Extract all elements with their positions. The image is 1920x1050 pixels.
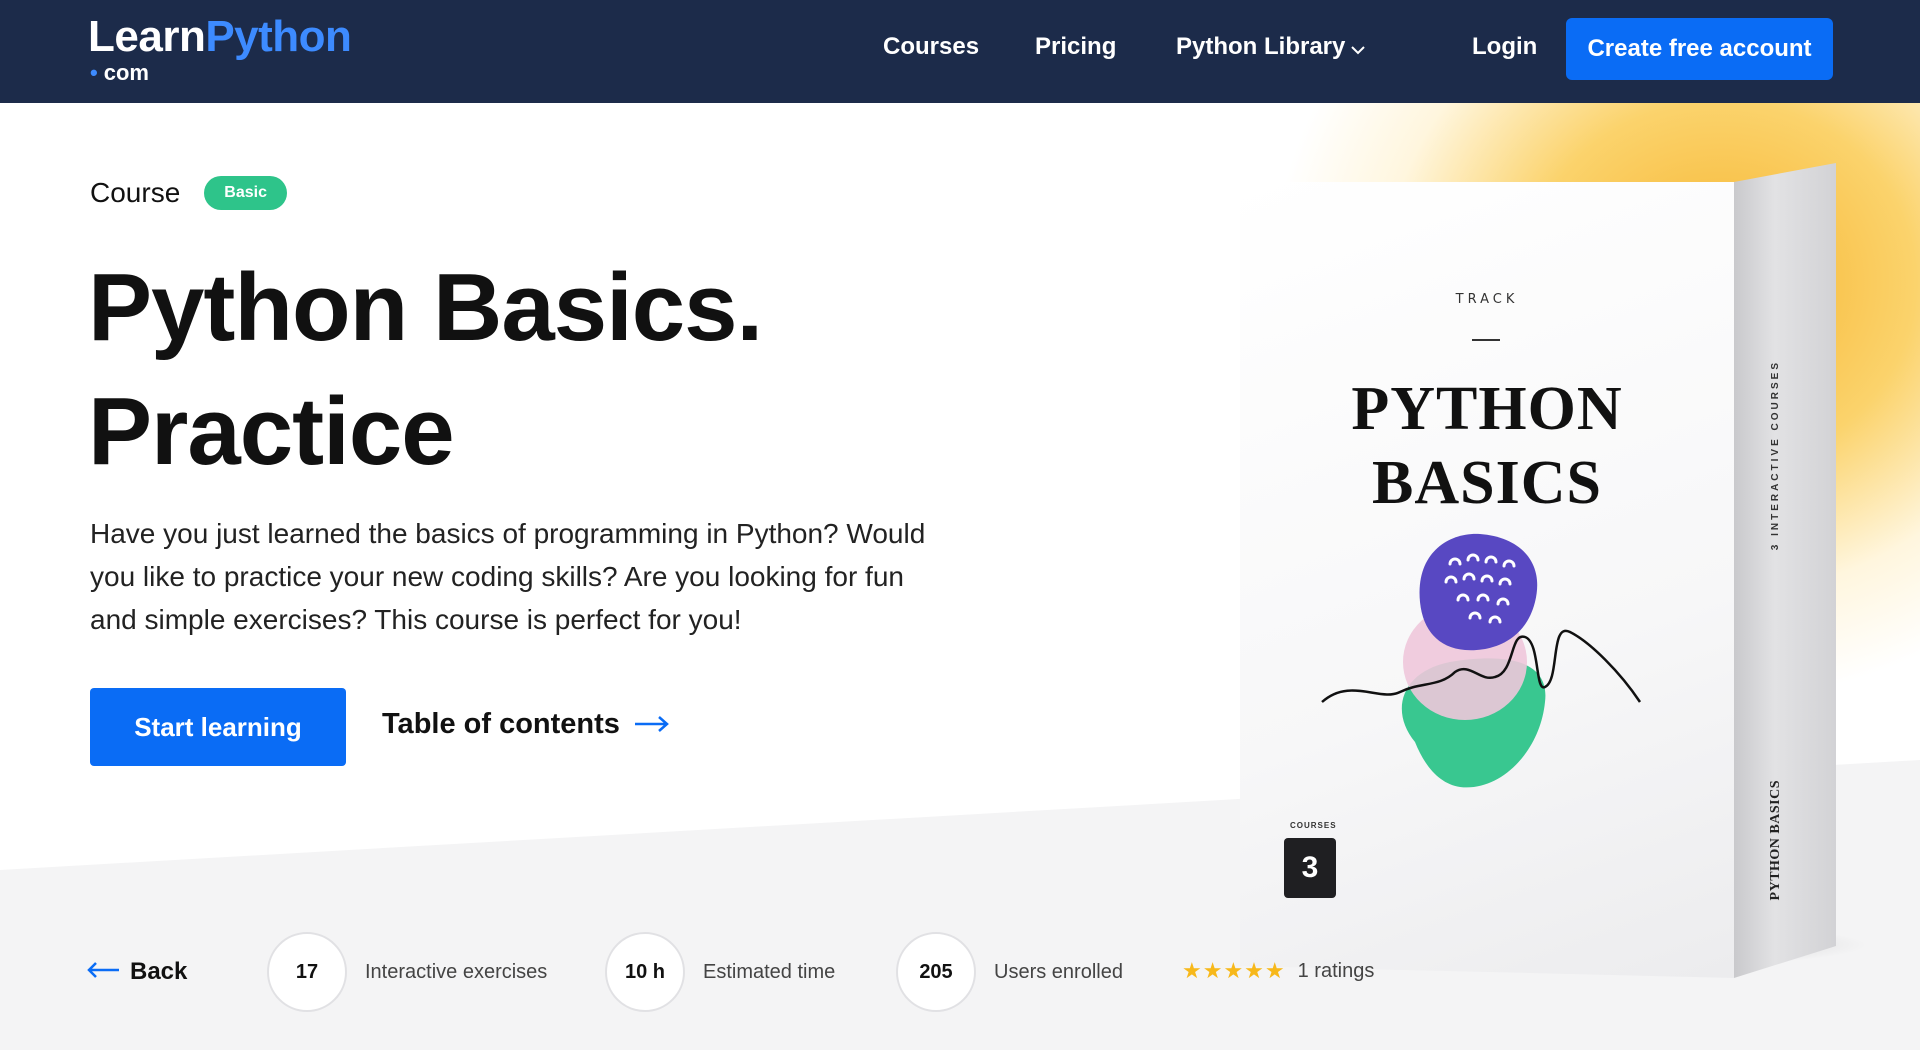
box-side-panel [1734, 140, 1836, 980]
toc-label: Table of contents [382, 708, 620, 741]
stat-exercises: 17 Interactive exercises [267, 932, 547, 1012]
top-navbar: LearnPython •com Courses Pricing Python … [0, 0, 1920, 103]
course-description: Have you just learned the basics of prog… [90, 512, 940, 641]
box-title-line1: PYTHON [1240, 372, 1734, 446]
box-front-panel: TRACK PYTHON BASICS COURSES 3 [1240, 182, 1734, 978]
abstract-art-illustration [1320, 512, 1660, 837]
nav-dropdown-python-library[interactable]: Python Library [1176, 33, 1365, 62]
box-title-line2: BASICS [1240, 446, 1734, 520]
create-account-button[interactable]: Create free account [1566, 18, 1833, 80]
box-side-bottom-text: PYTHON BASICS [1768, 780, 1784, 900]
course-box-image: TRACK PYTHON BASICS COURSES 3 3 INTERA [1220, 140, 1860, 980]
stat-exercises-value: 17 [267, 932, 347, 1012]
stat-users: 205 Users enrolled [896, 932, 1123, 1012]
page-title-line1: Python Basics. [88, 254, 762, 361]
stat-exercises-label: Interactive exercises [365, 961, 547, 984]
arrow-left-icon [86, 958, 120, 986]
logo-dot-icon: • [90, 60, 98, 85]
stat-time-value: 10 h [605, 932, 685, 1012]
rating: ★★★★★ 1 ratings [1182, 958, 1374, 984]
table-of-contents-link[interactable]: Table of contents [382, 708, 670, 741]
star-icon: ★★★★★ [1182, 958, 1286, 984]
logo-text-com: com [104, 60, 149, 85]
stat-users-value: 205 [896, 932, 976, 1012]
back-link[interactable]: Back [86, 958, 187, 986]
box-side-top-text: 3 INTERACTIVE COURSES [1770, 360, 1781, 550]
logo-wordmark: LearnPython [88, 14, 351, 60]
page-title: Python Basics. Practice [88, 246, 762, 494]
stat-time-label: Estimated time [703, 961, 835, 984]
stat-time: 10 h Estimated time [605, 932, 835, 1012]
stat-users-label: Users enrolled [994, 961, 1123, 984]
rating-label: 1 ratings [1298, 960, 1375, 983]
logo-text-learn: Learn [88, 12, 205, 61]
nav-library-label: Python Library [1176, 33, 1345, 60]
logo-domain: •com [88, 60, 351, 86]
course-type-row: Course Basic [90, 176, 287, 210]
box-track-label: TRACK [1240, 292, 1734, 307]
box-divider [1472, 339, 1500, 341]
nav-link-login[interactable]: Login [1472, 33, 1537, 61]
nav-link-courses[interactable]: Courses [883, 33, 979, 61]
box-title: PYTHON BASICS [1240, 372, 1734, 520]
page-title-line2: Practice [88, 378, 454, 485]
box-courses-label: COURSES [1290, 821, 1337, 830]
nav-link-pricing[interactable]: Pricing [1035, 33, 1116, 61]
logo-text-python: Python [205, 12, 351, 61]
start-learning-button[interactable]: Start learning [90, 688, 346, 766]
course-label: Course [90, 177, 180, 209]
box-courses-count: 3 [1284, 838, 1336, 898]
back-label: Back [130, 958, 187, 986]
logo[interactable]: LearnPython •com [88, 14, 351, 86]
level-badge: Basic [204, 176, 287, 210]
arrow-right-icon [634, 708, 670, 741]
chevron-down-icon [1351, 34, 1365, 62]
